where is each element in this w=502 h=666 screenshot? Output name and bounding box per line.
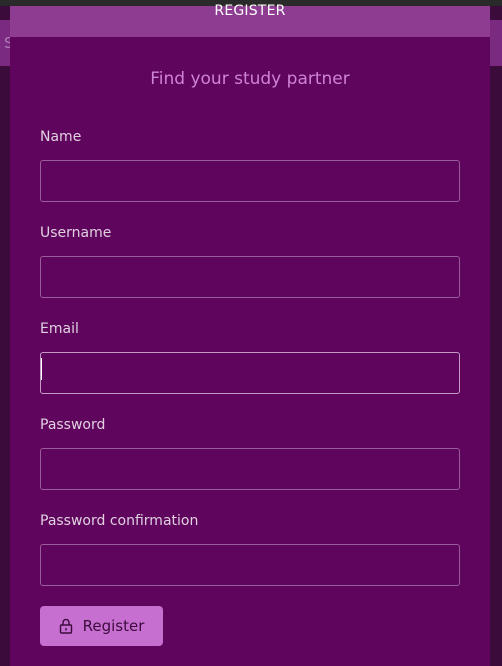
email-label: Email: [40, 321, 79, 337]
modal-subtitle: Find your study partner: [150, 69, 350, 89]
lock-icon: [59, 618, 73, 634]
email-field[interactable]: [40, 352, 460, 394]
password-confirmation-field[interactable]: [40, 544, 460, 586]
register-modal: REGISTER Find your study partner Name Us…: [10, 4, 490, 666]
text-caret: [41, 358, 42, 380]
username-field[interactable]: [40, 256, 460, 298]
name-label: Name: [40, 129, 82, 145]
username-label: Username: [40, 225, 112, 241]
password-field[interactable]: [40, 448, 460, 490]
register-button-label: Register: [82, 617, 145, 635]
name-field[interactable]: [40, 160, 460, 202]
password-confirmation-label: Password confirmation: [40, 513, 199, 529]
password-label: Password: [40, 417, 106, 433]
register-button[interactable]: Register: [40, 606, 163, 646]
page-background-left: [0, 6, 10, 666]
modal-header: REGISTER: [10, 4, 490, 37]
